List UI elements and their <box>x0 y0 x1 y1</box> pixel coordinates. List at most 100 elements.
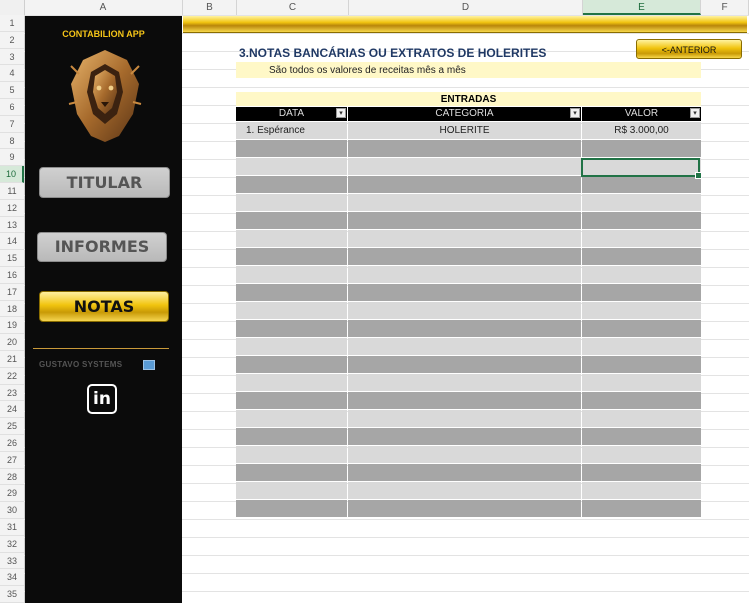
table-cell[interactable] <box>582 320 701 337</box>
row-header-20[interactable]: 20 <box>0 334 24 351</box>
row-header-19[interactable]: 19 <box>0 317 24 335</box>
nav-button-informes[interactable]: INFORMES <box>37 232 167 262</box>
table-cell[interactable] <box>348 212 581 229</box>
row-header-22[interactable]: 22 <box>0 368 24 385</box>
column-header-d[interactable]: D <box>349 0 583 15</box>
row-header-34[interactable]: 34 <box>0 569 24 587</box>
row-header-13[interactable]: 13 <box>0 217 24 234</box>
table-cell[interactable] <box>348 374 581 391</box>
row-header-27[interactable]: 27 <box>0 452 24 469</box>
table-cell[interactable]: 1. Espérance <box>236 122 347 139</box>
table-cell[interactable] <box>582 284 701 301</box>
table-cell[interactable] <box>582 428 701 445</box>
table-cell[interactable] <box>582 500 701 517</box>
table-cell[interactable] <box>582 230 701 247</box>
row-header-4[interactable]: 4 <box>0 65 24 83</box>
table-cell[interactable] <box>348 338 581 355</box>
table-cell[interactable] <box>582 410 701 427</box>
table-cell[interactable] <box>236 302 347 319</box>
row-header-35[interactable]: 35 <box>0 586 24 603</box>
table-cell[interactable] <box>348 248 581 265</box>
table-cell[interactable] <box>236 212 347 229</box>
table-cell[interactable] <box>582 140 701 157</box>
table-cell[interactable] <box>236 428 347 445</box>
row-header-3[interactable]: 3 <box>0 49 24 66</box>
row-header-29[interactable]: 29 <box>0 485 24 503</box>
table-cell[interactable] <box>236 464 347 481</box>
table-cell[interactable] <box>348 464 581 481</box>
column-header-a[interactable]: A <box>24 0 183 15</box>
table-cell[interactable] <box>348 320 581 337</box>
row-header-15[interactable]: 15 <box>0 250 24 267</box>
table-cell[interactable] <box>236 482 347 499</box>
row-header-6[interactable]: 6 <box>0 99 24 116</box>
table-cell[interactable] <box>582 374 701 391</box>
table-cell[interactable] <box>236 374 347 391</box>
table-cell[interactable] <box>348 410 581 427</box>
table-cell[interactable] <box>348 428 581 445</box>
table-cell[interactable] <box>348 284 581 301</box>
table-cell[interactable] <box>582 446 701 463</box>
table-cell[interactable] <box>236 158 347 175</box>
row-header-26[interactable]: 26 <box>0 435 24 452</box>
fill-handle[interactable] <box>695 172 702 179</box>
table-cell[interactable] <box>236 392 347 409</box>
row-header-8[interactable]: 8 <box>0 133 24 150</box>
table-cell[interactable] <box>348 482 581 499</box>
row-header-1[interactable]: 1 <box>0 15 24 32</box>
row-header-33[interactable]: 33 <box>0 553 24 570</box>
table-cell[interactable] <box>236 320 347 337</box>
table-cell[interactable] <box>582 266 701 283</box>
table-cell[interactable] <box>236 500 347 517</box>
nav-button-notas[interactable]: NOTAS <box>39 291 169 322</box>
table-cell[interactable] <box>236 266 347 283</box>
table-cell[interactable] <box>348 158 581 175</box>
table-cell[interactable] <box>236 410 347 427</box>
table-cell[interactable] <box>582 194 701 211</box>
table-cell[interactable] <box>348 266 581 283</box>
dropdown-arrow-icon[interactable]: ▾ <box>570 108 580 118</box>
column-header-f[interactable]: F <box>701 0 749 15</box>
table-cell[interactable] <box>236 356 347 373</box>
row-header-31[interactable]: 31 <box>0 519 24 536</box>
table-cell[interactable] <box>582 356 701 373</box>
row-header-24[interactable]: 24 <box>0 401 24 419</box>
column-header-b[interactable]: B <box>183 0 237 15</box>
table-cell[interactable] <box>236 194 347 211</box>
table-cell[interactable]: HOLERITE <box>348 122 581 139</box>
row-header-23[interactable]: 23 <box>0 385 24 402</box>
table-cell[interactable] <box>348 392 581 409</box>
table-cell[interactable] <box>236 140 347 157</box>
table-cell[interactable] <box>348 446 581 463</box>
row-header-21[interactable]: 21 <box>0 351 24 368</box>
select-all-corner[interactable] <box>0 0 25 15</box>
row-header-5[interactable]: 5 <box>0 82 24 99</box>
table-cell[interactable] <box>236 446 347 463</box>
row-header-30[interactable]: 30 <box>0 502 24 519</box>
column-header-c[interactable]: C <box>237 0 349 15</box>
table-cell[interactable] <box>236 338 347 355</box>
table-cell[interactable] <box>582 212 701 229</box>
table-cell[interactable]: R$ 3.000,00 <box>582 122 701 139</box>
row-header-10[interactable]: 10 <box>0 166 24 183</box>
dropdown-arrow-icon[interactable]: ▾ <box>336 108 346 118</box>
table-cell[interactable] <box>348 230 581 247</box>
table-cell[interactable] <box>236 248 347 265</box>
column-header-e[interactable]: E <box>583 0 701 15</box>
table-cell[interactable] <box>348 176 581 193</box>
table-cell[interactable] <box>348 500 581 517</box>
table-cell[interactable] <box>236 284 347 301</box>
row-header-2[interactable]: 2 <box>0 32 24 49</box>
anterior-button[interactable]: <-ANTERIOR <box>636 39 742 59</box>
row-header-28[interactable]: 28 <box>0 469 24 486</box>
table-cell[interactable] <box>348 302 581 319</box>
table-cell[interactable] <box>348 194 581 211</box>
table-cell[interactable] <box>582 392 701 409</box>
row-header-16[interactable]: 16 <box>0 267 24 284</box>
row-header-9[interactable]: 9 <box>0 149 24 167</box>
table-cell[interactable] <box>582 464 701 481</box>
table-cell[interactable] <box>236 230 347 247</box>
row-header-14[interactable]: 14 <box>0 233 24 251</box>
row-header-7[interactable]: 7 <box>0 116 24 133</box>
table-cell[interactable] <box>348 356 581 373</box>
